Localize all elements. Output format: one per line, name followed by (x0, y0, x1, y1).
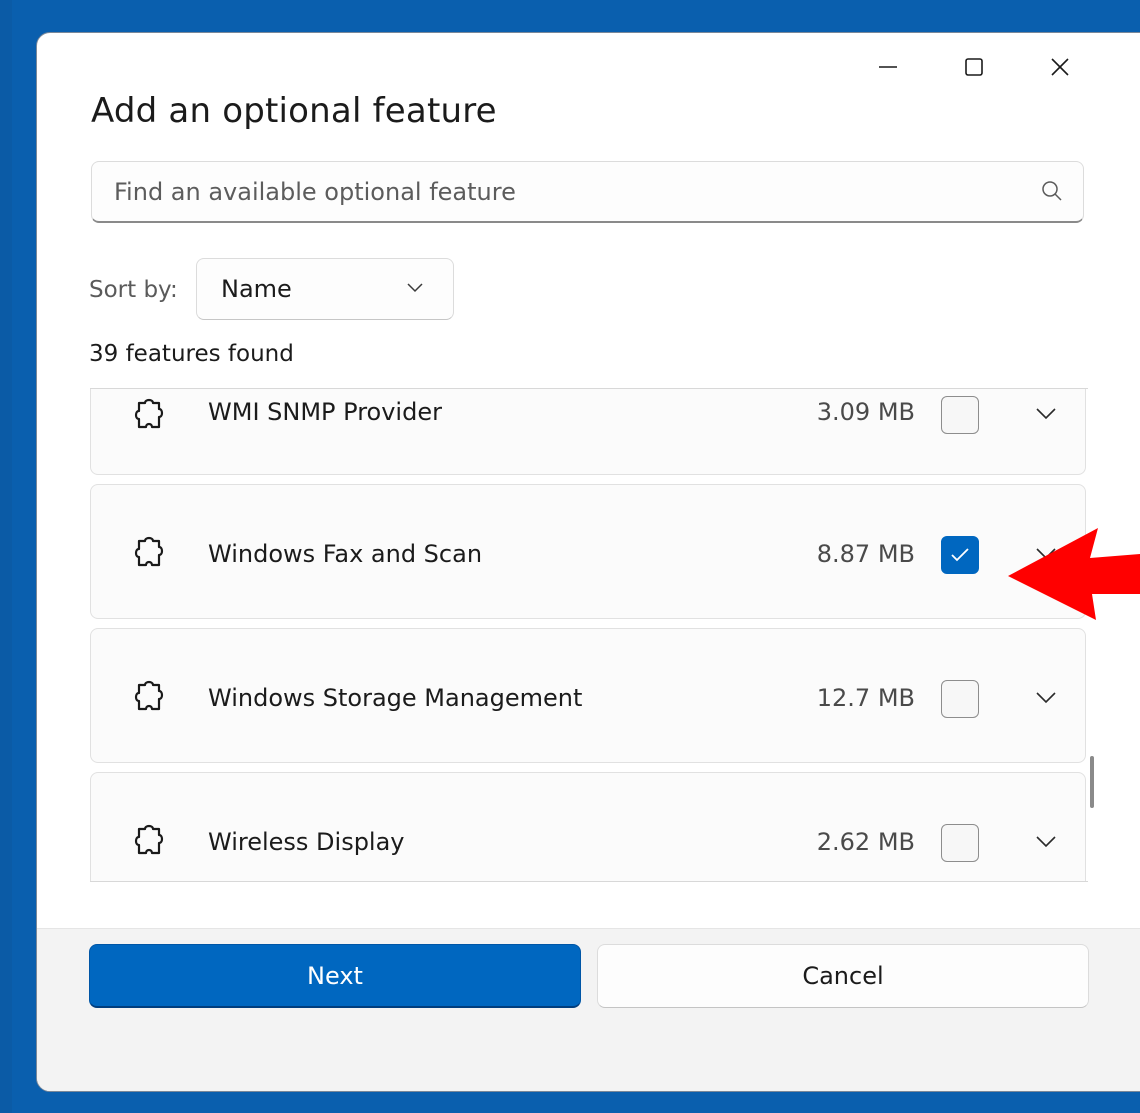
feature-size: 12.7 MB (816, 684, 915, 712)
chevron-down-icon[interactable] (1033, 685, 1059, 711)
sort-dropdown[interactable]: Name (196, 258, 454, 320)
puzzle-piece-icon (134, 398, 164, 429)
maximize-icon (965, 58, 983, 76)
feature-checkbox[interactable] (941, 396, 979, 434)
feature-name: WMI SNMP Provider (208, 398, 442, 426)
search-box[interactable] (91, 161, 1084, 223)
feature-name: Windows Fax and Scan (208, 540, 483, 568)
results-count: 39 features found (89, 341, 294, 367)
search-input[interactable] (112, 162, 1016, 222)
dialog-title: Add an optional feature (91, 91, 497, 131)
close-icon (1051, 58, 1069, 76)
feature-size: 8.87 MB (816, 540, 915, 568)
minimize-button[interactable] (845, 47, 931, 87)
feature-item[interactable]: Windows Storage Management 12.7 MB (90, 628, 1086, 763)
feature-checkbox[interactable] (941, 536, 979, 574)
feature-size: 3.09 MB (816, 398, 915, 426)
minimize-icon (879, 66, 897, 68)
desktop-background (0, 0, 12, 1113)
feature-item[interactable]: Wireless Display 2.62 MB (90, 772, 1086, 881)
chevron-down-icon[interactable] (1033, 401, 1059, 427)
chevron-down-icon (407, 283, 423, 293)
feature-name: Windows Storage Management (208, 684, 583, 712)
sort-selected-value: Name (221, 275, 292, 303)
annotation-arrow-icon (1008, 528, 1140, 620)
checkmark-icon (951, 548, 969, 562)
feature-list: WMI SNMP Provider 3.09 MB Windows Fax an… (90, 388, 1088, 882)
list-scrollbar[interactable] (1090, 756, 1094, 808)
cancel-button[interactable]: Cancel (597, 944, 1089, 1008)
puzzle-piece-icon (134, 824, 164, 855)
add-optional-feature-dialog: Add an optional feature Sort by: Name 39… (36, 32, 1140, 1092)
feature-item[interactable]: WMI SNMP Provider 3.09 MB (90, 389, 1086, 475)
puzzle-piece-icon (134, 536, 164, 567)
maximize-button[interactable] (931, 47, 1017, 87)
feature-size: 2.62 MB (816, 828, 915, 856)
close-button[interactable] (1017, 47, 1103, 87)
feature-checkbox[interactable] (941, 680, 979, 718)
search-icon[interactable] (1041, 180, 1063, 202)
window-controls (845, 47, 1103, 87)
next-button[interactable]: Next (89, 944, 581, 1008)
feature-name: Wireless Display (208, 828, 405, 856)
sort-by-label: Sort by: (89, 277, 178, 303)
feature-checkbox[interactable] (941, 824, 979, 862)
feature-item[interactable]: Windows Fax and Scan 8.87 MB (90, 484, 1086, 619)
puzzle-piece-icon (134, 680, 164, 711)
chevron-down-icon[interactable] (1033, 829, 1059, 855)
